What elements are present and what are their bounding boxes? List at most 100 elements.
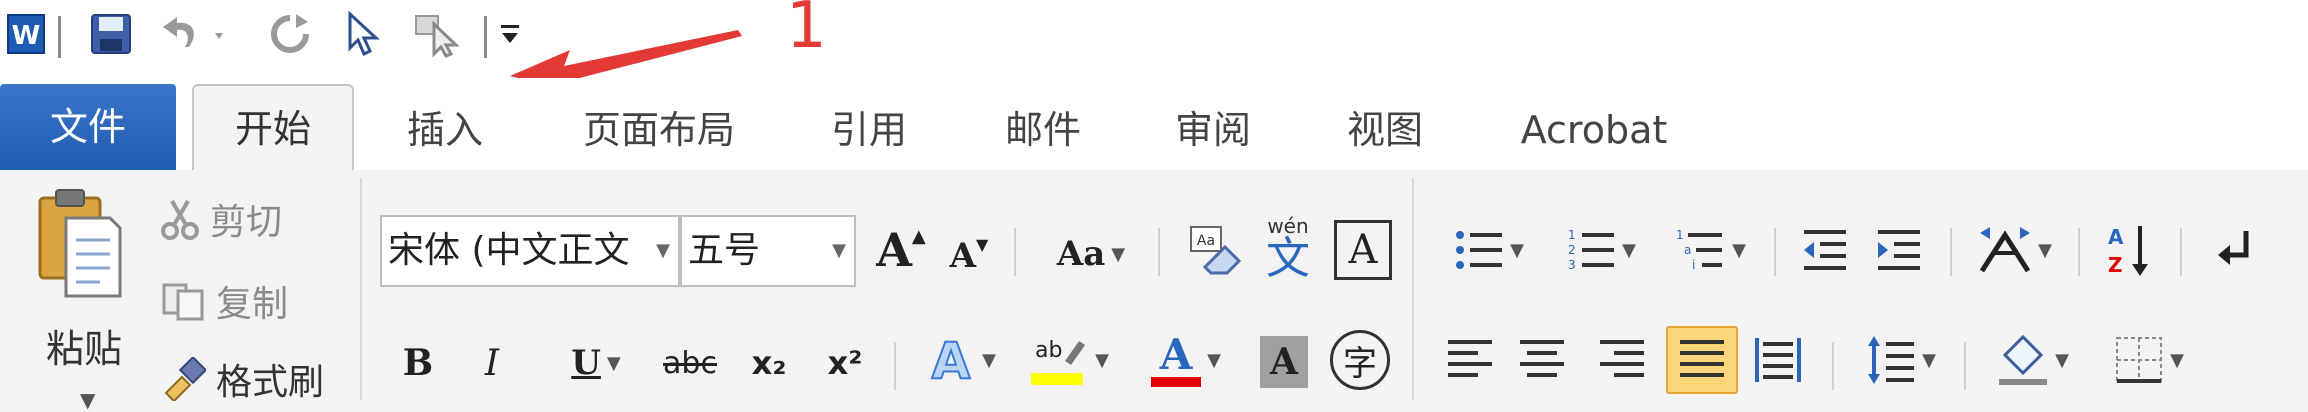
ribbon-home: 粘贴 ▼ 剪切 复制 格式刷 宋体 (中文正文 ▼ 五号 ▼ A ▲ A ▼ A… xyxy=(0,170,2308,412)
cut-button[interactable]: 剪切 xyxy=(160,192,282,246)
font-color-label: A xyxy=(1159,330,1193,379)
line-spacing-icon xyxy=(1868,336,1915,384)
align-right-icon xyxy=(1600,340,1644,377)
align-right-button[interactable] xyxy=(1592,330,1652,390)
qat-separator xyxy=(484,16,487,58)
grow-font-button[interactable]: A ▲ xyxy=(874,220,928,280)
sort-icon: A Z xyxy=(2108,225,2148,277)
chevron-down-icon[interactable]: ▼ xyxy=(832,217,846,285)
paint-bucket-icon xyxy=(1999,334,2048,385)
save-icon[interactable] xyxy=(86,10,136,58)
tab-home[interactable]: 开始 xyxy=(192,84,354,176)
scissors-icon xyxy=(161,199,199,240)
char-shading-label: A xyxy=(1270,341,1298,383)
justify-icon xyxy=(1680,340,1724,377)
text-effects-button[interactable]: A ▼ xyxy=(916,330,1006,390)
ribbon-tabs: 文件 开始 插入 页面布局 引用 邮件 审阅 视图 Acrobat xyxy=(0,78,2308,176)
paste-label: 粘贴 xyxy=(46,327,123,371)
svg-text:Aa: Aa xyxy=(1197,233,1215,249)
tab-view[interactable]: 视图 xyxy=(1342,100,1428,160)
character-border-button[interactable]: A xyxy=(1334,220,1392,280)
chinese-layout-button[interactable]: ▼ xyxy=(1970,220,2060,280)
pointer-icon[interactable] xyxy=(336,10,392,58)
undo-icon[interactable] xyxy=(156,10,236,58)
select-objects-icon[interactable] xyxy=(408,10,468,58)
show-marks-button[interactable] xyxy=(2208,222,2264,280)
underline-button[interactable]: U ▼ xyxy=(546,336,646,390)
font-family-select[interactable]: 宋体 (中文正文 ▼ xyxy=(380,215,680,287)
multilevel-list-button[interactable]: 1 a i ▼ xyxy=(1666,222,1756,278)
align-center-button[interactable] xyxy=(1512,330,1572,390)
bold-label: B xyxy=(402,342,434,384)
svg-text:i: i xyxy=(1692,258,1695,272)
phonetic-char: 文 xyxy=(1266,233,1310,284)
format-painter-button[interactable]: 格式刷 xyxy=(160,352,324,406)
tab-file[interactable]: 文件 xyxy=(0,84,176,170)
highlight-button[interactable]: ab ▼ xyxy=(1020,330,1120,390)
distributed-icon xyxy=(1755,338,1801,382)
tab-review[interactable]: 审阅 xyxy=(1170,100,1256,160)
clear-formatting-button[interactable]: Aa xyxy=(1180,220,1250,282)
borders-button[interactable]: ▼ xyxy=(2104,330,2194,390)
chevron-down-icon[interactable]: ▼ xyxy=(80,388,95,412)
copy-label: 复制 xyxy=(216,284,289,325)
bullets-button[interactable]: ▼ xyxy=(1444,222,1534,278)
word-app-icon[interactable]: W xyxy=(6,10,46,58)
font-size-select[interactable]: 五号 ▼ xyxy=(680,215,856,287)
font-color-swatch xyxy=(1151,377,1202,387)
redo-icon[interactable] xyxy=(262,10,318,58)
tab-references[interactable]: 引用 xyxy=(826,100,912,160)
shrink-font-icon: A xyxy=(949,236,977,276)
annotation-number: 1 xyxy=(786,0,827,63)
svg-text:W: W xyxy=(12,21,41,51)
bold-button[interactable]: B xyxy=(396,336,440,390)
copy-button[interactable]: 复制 xyxy=(160,274,288,328)
underline-label: U xyxy=(571,343,601,383)
sort-button[interactable]: A Z xyxy=(2098,220,2162,282)
phonetic-guide-button[interactable]: wén 文 xyxy=(1258,214,1318,284)
numbering-icon: 1 2 3 xyxy=(1568,228,1615,272)
strikethrough-button[interactable]: abc xyxy=(660,336,720,390)
grow-font-icon: A xyxy=(876,223,912,277)
align-center-icon xyxy=(1520,340,1564,377)
tab-page-layout[interactable]: 页面布局 xyxy=(574,100,744,160)
svg-text:ab: ab xyxy=(1035,338,1062,363)
tab-insert[interactable]: 插入 xyxy=(400,100,490,160)
svg-text:a: a xyxy=(1684,243,1691,257)
decrease-indent-icon xyxy=(1804,230,1846,270)
italic-label: I xyxy=(484,342,500,384)
svg-text:1: 1 xyxy=(1568,228,1576,242)
superscript-button[interactable]: x² xyxy=(818,336,872,390)
shrink-font-button[interactable]: A ▼ xyxy=(942,228,996,284)
svg-text:A: A xyxy=(2108,225,2124,249)
bullets-icon xyxy=(1456,231,1503,269)
tab-mailings[interactable]: 邮件 xyxy=(1000,100,1086,160)
shading-button[interactable]: ▼ xyxy=(1988,330,2078,390)
italic-button[interactable]: I xyxy=(470,336,514,390)
line-spacing-button[interactable]: ▼ xyxy=(1856,330,1946,390)
char-border-label: A xyxy=(1348,227,1378,273)
decrease-indent-button[interactable] xyxy=(1796,222,1854,278)
distributed-button[interactable] xyxy=(1748,330,1808,390)
enclose-characters-button[interactable]: 字 xyxy=(1330,330,1390,390)
tab-acrobat[interactable]: Acrobat xyxy=(1514,100,1674,160)
numbering-button[interactable]: 1 2 3 ▼ xyxy=(1556,222,1646,278)
multilevel-list-icon: 1 a i xyxy=(1676,228,1723,272)
quick-access-toolbar: W 1 xyxy=(0,0,2308,92)
increase-indent-button[interactable] xyxy=(1870,222,1928,278)
change-case-label: Aa xyxy=(1056,234,1106,274)
justify-button[interactable] xyxy=(1666,326,1738,394)
paste-button[interactable]: 粘贴 ▼ xyxy=(20,184,140,412)
chevron-down-icon[interactable]: ▼ xyxy=(656,217,670,285)
change-case-button[interactable]: Aa ▼ xyxy=(1046,226,1136,282)
qat-separator xyxy=(58,16,61,58)
svg-text:Z: Z xyxy=(2108,253,2123,277)
subscript-button[interactable]: x₂ xyxy=(742,336,796,390)
enclose-char-label: 字 xyxy=(1343,343,1377,384)
font-color-button[interactable]: A ▼ xyxy=(1136,330,1236,390)
chinese-layout-icon xyxy=(1979,227,2031,273)
text-effects-icon: A xyxy=(931,332,972,388)
character-shading-button[interactable]: A xyxy=(1260,336,1308,388)
align-left-button[interactable] xyxy=(1440,330,1500,390)
group-divider xyxy=(360,178,362,400)
